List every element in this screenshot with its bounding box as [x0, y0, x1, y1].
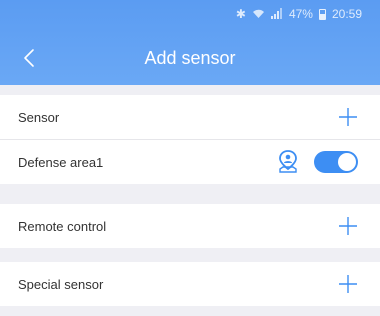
defense-area-label: Defense area1: [18, 154, 104, 170]
special-sensor-row: Special sensor: [0, 262, 380, 306]
sensor-label: Sensor: [18, 109, 60, 125]
defense-area-toggle[interactable]: [314, 151, 358, 173]
nav-bar: Add sensor: [0, 38, 380, 78]
add-special-sensor-button[interactable]: [338, 274, 358, 294]
add-remote-control-button[interactable]: [338, 216, 358, 236]
toggle-knob: [338, 153, 356, 171]
remote-control-section: Remote control: [0, 204, 380, 248]
battery-percent: 47%: [288, 7, 313, 21]
status-bar: ✱ 47% 20:59: [0, 0, 380, 28]
special-sensor-label: Special sensor: [18, 276, 104, 292]
defense-area-row[interactable]: Defense area1: [0, 140, 380, 184]
sensor-section: Sensor Defense area1: [0, 95, 380, 184]
bluetooth-icon: ✱: [235, 7, 246, 21]
status-time: 20:59: [331, 7, 362, 21]
remote-control-label: Remote control: [18, 218, 107, 234]
add-sensor-button[interactable]: [338, 107, 358, 127]
location-pin-icon[interactable]: [278, 150, 298, 174]
app-header: ✱ 47% 20:59 Add sensor: [0, 0, 380, 85]
battery-icon: [318, 8, 326, 20]
special-sensor-section: Special sensor: [0, 262, 380, 306]
page-title: Add sensor: [144, 47, 236, 68]
wifi-icon: [252, 8, 265, 21]
sensor-row: Sensor: [0, 95, 380, 139]
back-button[interactable]: [14, 42, 44, 74]
chevron-left-icon: [24, 49, 34, 67]
signal-icon: [270, 7, 283, 21]
remote-control-row: Remote control: [0, 204, 380, 248]
